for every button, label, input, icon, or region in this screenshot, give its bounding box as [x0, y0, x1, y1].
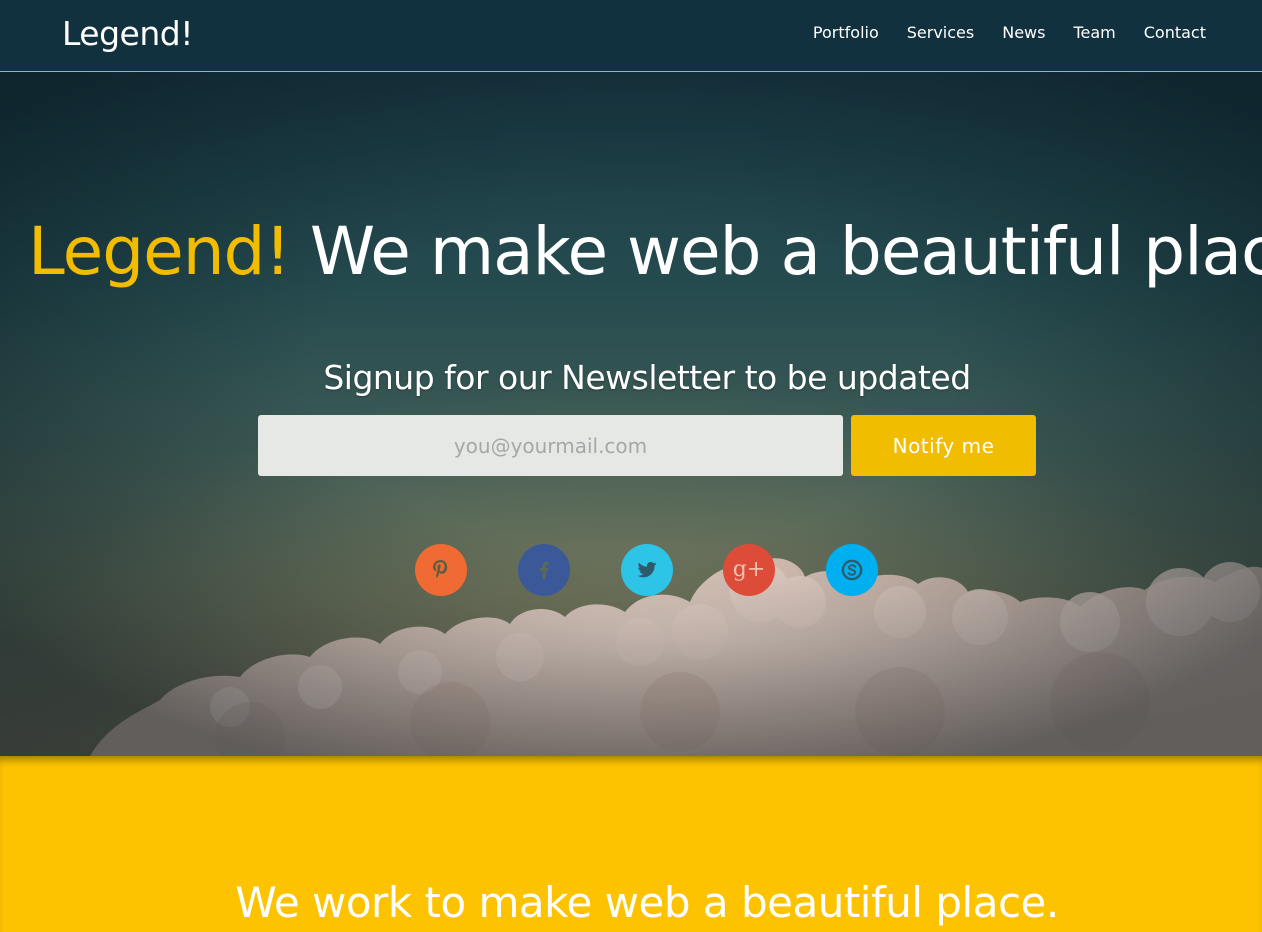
- hero-headline: Legend! We make web a beautiful place.: [0, 212, 1262, 292]
- notify-button[interactable]: Notify me: [851, 415, 1036, 476]
- hero-headline-accent: Legend!: [28, 213, 291, 290]
- pinterest-icon: [433, 560, 448, 579]
- hero-headline-rest: We make web a beautiful place.: [289, 213, 1262, 290]
- google-plus-icon: g+: [732, 557, 766, 582]
- hero-section: Legend! We make web a beautiful place. S…: [0, 72, 1262, 756]
- nav-link-portfolio[interactable]: Portfolio: [813, 22, 879, 44]
- email-input[interactable]: [258, 415, 843, 476]
- nav-link-services[interactable]: Services: [907, 22, 974, 44]
- hero-vignette: [0, 72, 1262, 756]
- social-links: g+: [0, 544, 1262, 596]
- about-heading: We work to make web a beautiful place.: [235, 878, 1059, 927]
- nav-links: Portfolio Services News Team Contact: [785, 22, 1206, 44]
- skype-button[interactable]: [826, 544, 878, 596]
- skype-icon: [841, 559, 863, 581]
- facebook-icon: [540, 562, 549, 579]
- twitter-icon: [637, 562, 657, 578]
- pinterest-button[interactable]: [415, 544, 467, 596]
- about-section: We work to make web a beautiful place.: [0, 756, 1262, 932]
- nav-link-news[interactable]: News: [1002, 22, 1045, 44]
- google-plus-button[interactable]: g+: [723, 544, 775, 596]
- twitter-button[interactable]: [621, 544, 673, 596]
- nav-link-team[interactable]: Team: [1073, 22, 1115, 44]
- facebook-button[interactable]: [518, 544, 570, 596]
- top-navbar: Legend! Portfolio Services News Team Con…: [0, 0, 1262, 72]
- brand-logo[interactable]: Legend!: [62, 14, 193, 54]
- nav-link-contact[interactable]: Contact: [1144, 22, 1206, 44]
- newsletter-heading: Signup for our Newsletter to be updated: [323, 358, 971, 397]
